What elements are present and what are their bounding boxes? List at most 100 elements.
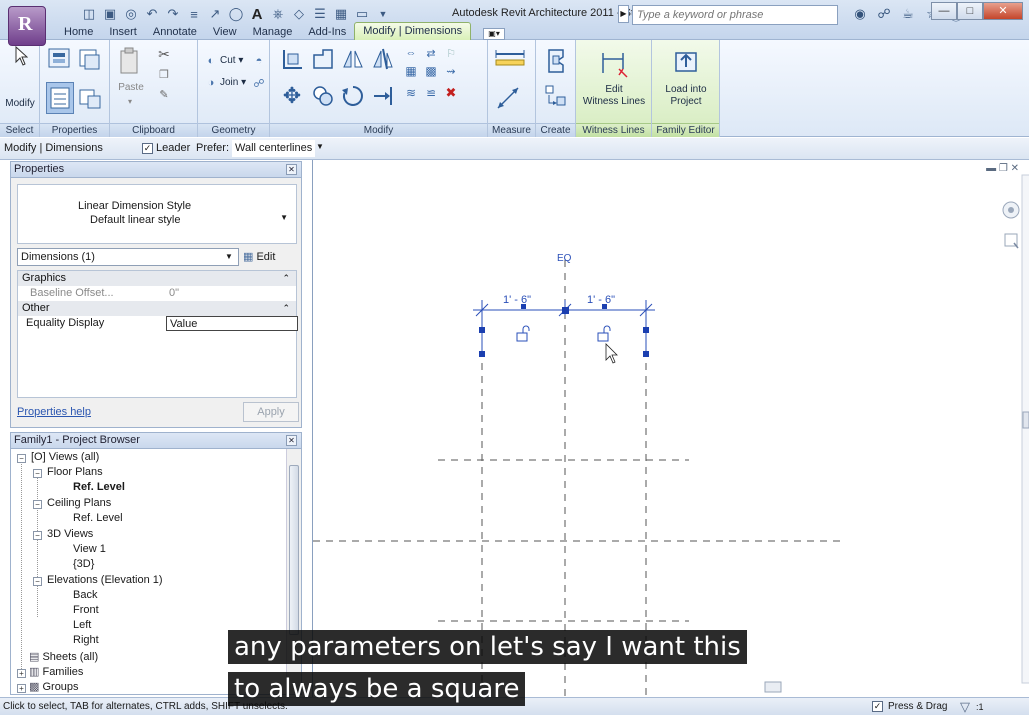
- tab-view[interactable]: View: [205, 24, 245, 40]
- expand-node-icon[interactable]: +: [17, 669, 26, 678]
- property-row-baseline-offset[interactable]: Baseline Offset... 0": [18, 286, 296, 301]
- collapse-node-icon[interactable]: −: [17, 454, 26, 463]
- split-face-icon[interactable]: ☍: [252, 76, 266, 90]
- drag-grip-mid[interactable]: [562, 307, 569, 314]
- drag-grip-left-top[interactable]: [479, 327, 485, 333]
- group-graphics[interactable]: Graphics ⌃: [18, 271, 296, 286]
- copy-circles-icon[interactable]: [310, 82, 336, 110]
- instance-filter-select[interactable]: Dimensions (1): [17, 248, 239, 266]
- split-element-icon[interactable]: ≋: [402, 86, 420, 100]
- prefer-select[interactable]: Wall centerlines: [232, 140, 316, 157]
- tag-icon[interactable]: ◯: [227, 5, 245, 23]
- application-menu-button[interactable]: R: [8, 6, 46, 46]
- modify-button[interactable]: Modify: [0, 98, 40, 110]
- paste-dropdown-icon[interactable]: ▾: [118, 96, 142, 108]
- create-group-icon[interactable]: [542, 46, 570, 76]
- filter-icon[interactable]: ▽: [960, 699, 970, 715]
- tab-modify-dimensions[interactable]: Modify | Dimensions: [354, 22, 472, 40]
- properties-palette-icon[interactable]: [46, 82, 74, 114]
- leader-checkbox[interactable]: ✓: [142, 143, 153, 154]
- switch-windows-icon[interactable]: ▭: [353, 5, 371, 23]
- tree-item[interactable]: Ref. Level: [73, 480, 125, 495]
- close-button[interactable]: ✕: [983, 2, 1023, 20]
- collapse-icon[interactable]: ⌃: [282, 301, 290, 315]
- text-icon[interactable]: A: [248, 5, 266, 23]
- drawing-canvas[interactable]: EQ 1' - 6" 1' - 6": [313, 160, 1029, 697]
- collapse-node-icon[interactable]: −: [33, 500, 42, 509]
- collapse-icon[interactable]: ⌃: [282, 271, 290, 285]
- qat-dropdown-icon[interactable]: ▼: [374, 5, 392, 23]
- edit-witness-lines-icon[interactable]: [598, 46, 630, 80]
- move-icon[interactable]: ✥: [278, 82, 306, 110]
- lock-icon[interactable]: [516, 325, 530, 342]
- tree-item[interactable]: {3D}: [73, 557, 94, 572]
- pin-small-icon[interactable]: ⚐: [442, 46, 460, 60]
- dimension-value-left[interactable]: 1' - 6": [503, 294, 531, 306]
- copy-icon[interactable]: ❐: [156, 66, 172, 82]
- create-similar-icon[interactable]: [542, 82, 570, 110]
- press-drag-checkbox[interactable]: ✓: [872, 701, 883, 712]
- family-category-icon[interactable]: [76, 82, 104, 114]
- drawing-area[interactable]: EQ 1' - 6" 1' - 6" ▬ ❐ ✕: [312, 160, 1029, 697]
- 3d-view-icon[interactable]: ⎈: [269, 5, 287, 23]
- move-small-icon[interactable]: ⇔: [402, 46, 420, 60]
- tree-item[interactable]: Ceiling Plans: [47, 496, 111, 511]
- minimize-view-icon[interactable]: ▬: [986, 163, 996, 174]
- offset-icon[interactable]: [310, 46, 336, 72]
- sync-icon[interactable]: ◎: [122, 5, 140, 23]
- tab-add-ins[interactable]: Add-Ins: [300, 24, 354, 40]
- lock-icon[interactable]: [597, 325, 611, 342]
- drag-grip-right-top[interactable]: [643, 327, 649, 333]
- collapse-node-icon[interactable]: −: [33, 531, 42, 540]
- aligned-dimension-icon[interactable]: [494, 84, 524, 112]
- dimension-icon[interactable]: ↗: [206, 5, 224, 23]
- tree-item[interactable]: ▩ Groups: [29, 680, 79, 694]
- undo-icon[interactable]: ↶: [143, 5, 161, 23]
- maximize-button[interactable]: □: [957, 2, 983, 20]
- apply-button[interactable]: Apply: [243, 402, 299, 422]
- tree-item[interactable]: 3D Views: [47, 527, 93, 542]
- thin-lines-icon[interactable]: ☰: [311, 5, 329, 23]
- tree-item[interactable]: Left: [73, 618, 91, 633]
- ribbon-minimize-icon[interactable]: ▣▾: [483, 28, 506, 40]
- tab-annotate[interactable]: Annotate: [145, 24, 205, 40]
- align-icon[interactable]: [280, 46, 306, 72]
- close-view-icon[interactable]: ✕: [1011, 163, 1019, 174]
- tree-item[interactable]: ▥ Families: [29, 665, 83, 680]
- cut-geometry-button[interactable]: Cut ▾: [220, 55, 243, 67]
- close-hidden-icon[interactable]: ▦: [332, 5, 350, 23]
- minimize-button[interactable]: —: [931, 2, 957, 20]
- expand-node-icon[interactable]: +: [17, 684, 26, 693]
- tree-item[interactable]: Elevations (Elevation 1): [47, 573, 163, 588]
- drag-grip-left-bottom[interactable]: [479, 351, 485, 357]
- equality-display-input[interactable]: Value: [166, 316, 298, 331]
- chevron-down-icon[interactable]: ▼: [225, 252, 233, 261]
- title-expand-icon[interactable]: ▶: [618, 5, 629, 23]
- copy-small-icon[interactable]: ⇄: [422, 46, 440, 60]
- chevron-down-icon[interactable]: ▼: [280, 213, 288, 222]
- mirror-draw-icon[interactable]: [370, 46, 396, 72]
- tree-item[interactable]: [O] Views (all): [31, 450, 99, 465]
- save-icon[interactable]: ▣: [101, 5, 119, 23]
- scrollbar-thumb[interactable]: [289, 465, 299, 635]
- tree-item[interactable]: Front: [73, 603, 99, 618]
- open-icon[interactable]: ◫: [80, 5, 98, 23]
- section-icon[interactable]: ◇: [290, 5, 308, 23]
- tree-item[interactable]: Right: [73, 633, 99, 648]
- join-geometry-icon[interactable]: ◑: [204, 76, 218, 90]
- cut-scissors-icon[interactable]: ✂: [156, 46, 172, 62]
- load-into-project-button[interactable]: Load into Project: [652, 84, 720, 108]
- measure-distance-icon[interactable]: [494, 48, 530, 68]
- measure-icon[interactable]: ≡: [185, 5, 203, 23]
- chevron-down-icon[interactable]: ▼: [316, 142, 324, 151]
- tree-item[interactable]: View 1: [73, 542, 106, 557]
- type-properties-icon[interactable]: [46, 46, 74, 72]
- join-geometry-button[interactable]: Join ▾: [220, 77, 246, 89]
- type-selector[interactable]: Linear Dimension Style Default linear st…: [17, 184, 297, 244]
- unpin-icon[interactable]: ⇝: [442, 64, 460, 78]
- rotate-icon[interactable]: [340, 82, 366, 110]
- tab-manage[interactable]: Manage: [245, 24, 301, 40]
- wall-joins-icon[interactable]: ◓: [252, 54, 266, 68]
- subscription-icon[interactable]: ☍: [874, 5, 894, 23]
- tree-item[interactable]: ▤ Sheets (all): [29, 650, 98, 665]
